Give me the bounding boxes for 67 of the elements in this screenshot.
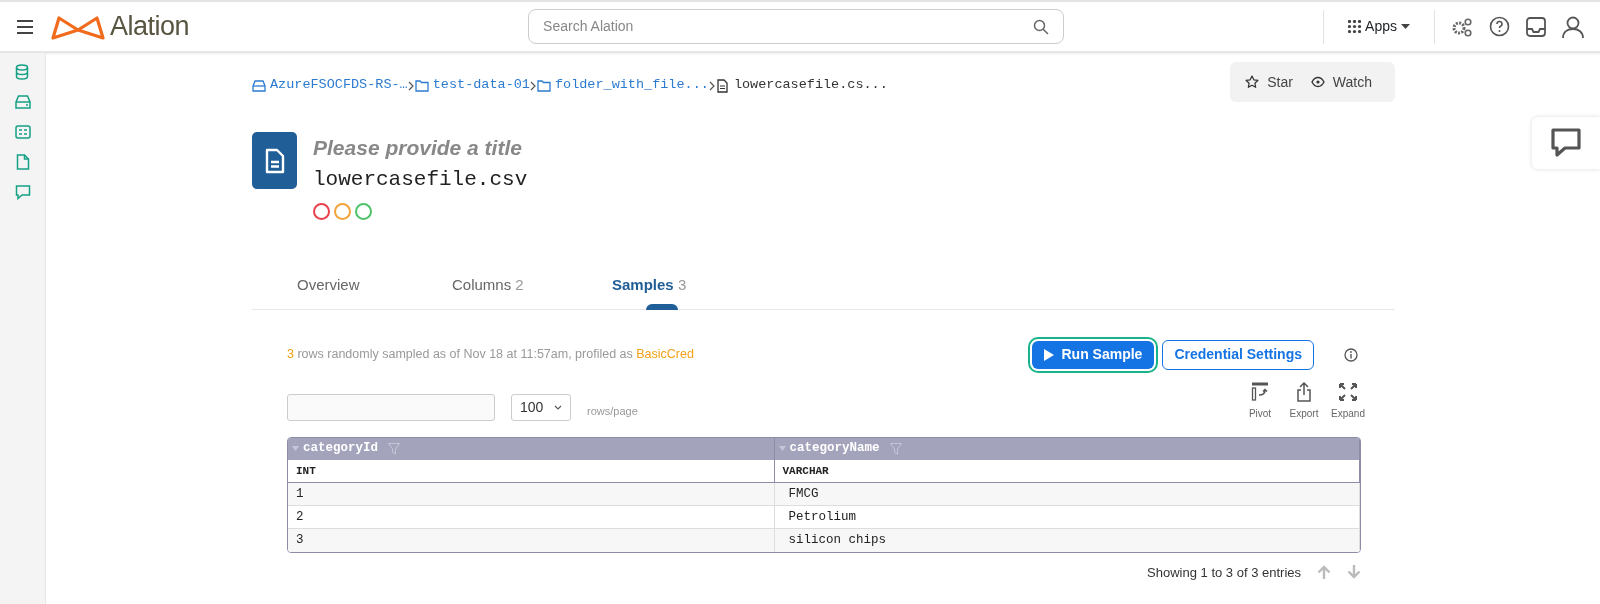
- entries-count: Showing 1 to 3 of 3 entries: [1147, 563, 1301, 582]
- chevron-icon: [407, 80, 415, 91]
- chat-bubble-icon: [1550, 128, 1582, 158]
- toolbar-button[interactable]: Expand: [1326, 381, 1370, 421]
- column-type: VARCHAR: [774, 459, 1360, 483]
- document-icon[interactable]: [14, 154, 31, 170]
- search-field[interactable]: Search Alation: [528, 9, 1065, 44]
- sort-icon: [292, 446, 299, 451]
- chevron-icon: [529, 80, 537, 91]
- database-icon[interactable]: [14, 64, 31, 80]
- table-cell: 3: [288, 528, 774, 552]
- drive-icon: [252, 78, 266, 93]
- tab[interactable]: Samples 3: [612, 264, 712, 309]
- credential-settings-button[interactable]: Credential Settings: [1162, 339, 1314, 370]
- breadcrumb-link[interactable]: AzureFSOCFDS-RS-…: [252, 75, 408, 96]
- brand-name: Alation: [110, 10, 190, 44]
- speech-bubble-icon[interactable]: [14, 184, 31, 200]
- eye-icon: [1310, 75, 1325, 89]
- action-button[interactable]: Star: [1244, 70, 1294, 94]
- help-icon[interactable]: [1489, 16, 1510, 37]
- expand-icon: [1338, 381, 1358, 402]
- rows-per-page-label: rows/page: [587, 403, 638, 419]
- sort-icon: [778, 446, 786, 451]
- info-icon[interactable]: [1344, 347, 1358, 362]
- search-icon: [1033, 18, 1050, 35]
- arrow-down-icon[interactable]: [1347, 565, 1361, 580]
- flag-circle[interactable]: [313, 203, 330, 220]
- flag-circle[interactable]: [334, 203, 351, 220]
- toolbar-button[interactable]: Export: [1282, 381, 1326, 421]
- breadcrumb-link[interactable]: test-data-01: [414, 75, 530, 96]
- folder-icon: [536, 78, 551, 93]
- apps-menu[interactable]: Apps: [1340, 12, 1418, 41]
- file-icon: [252, 132, 297, 189]
- object-name: lowercasefile.csv: [313, 166, 528, 193]
- tab[interactable]: Overview: [297, 264, 452, 309]
- page-size-select[interactable]: 100: [511, 393, 571, 421]
- filter-field[interactable]: [287, 393, 495, 421]
- table-cell: silicon chips: [774, 528, 1360, 552]
- column-type: INT: [288, 459, 774, 483]
- chevron-icon: [708, 80, 716, 91]
- title-placeholder[interactable]: Please provide a title: [313, 132, 528, 164]
- action-button[interactable]: Watch: [1309, 70, 1373, 94]
- chevron-down-icon: [554, 404, 562, 410]
- bowtie-logo-icon: [50, 13, 106, 40]
- flag-circle[interactable]: [355, 203, 372, 220]
- tab[interactable]: Columns 2: [452, 264, 612, 309]
- user-icon[interactable]: [1562, 15, 1584, 38]
- folder-icon: [414, 78, 429, 93]
- breadcrumb-link[interactable]: folder_with_file...: [536, 75, 709, 96]
- file-icon: [715, 78, 730, 93]
- table-cell: 1: [288, 482, 774, 506]
- arrow-up-icon[interactable]: [1317, 565, 1331, 580]
- sample-summary: 3 rows randomly sampled as of Nov 18 at 11:57am, profiled as BasicCred: [287, 346, 694, 364]
- star-icon: [1245, 75, 1260, 89]
- play-icon: [1043, 348, 1054, 361]
- pivot-icon: [1250, 381, 1270, 402]
- table-cell: FMCG: [774, 482, 1360, 506]
- drive-icon[interactable]: [14, 94, 31, 110]
- menu-icon[interactable]: [16, 18, 34, 35]
- chat-button[interactable]: [1532, 117, 1600, 169]
- card-icon[interactable]: [14, 124, 31, 140]
- share-icon: [1294, 381, 1314, 402]
- caret-icon: [1401, 23, 1410, 30]
- breadcrumb-link[interactable]: lowercasefile.cs...: [715, 75, 888, 96]
- toolbar-button[interactable]: Pivot: [1238, 381, 1282, 421]
- grid-icon: [1348, 20, 1362, 33]
- inbox-icon[interactable]: [1526, 16, 1546, 37]
